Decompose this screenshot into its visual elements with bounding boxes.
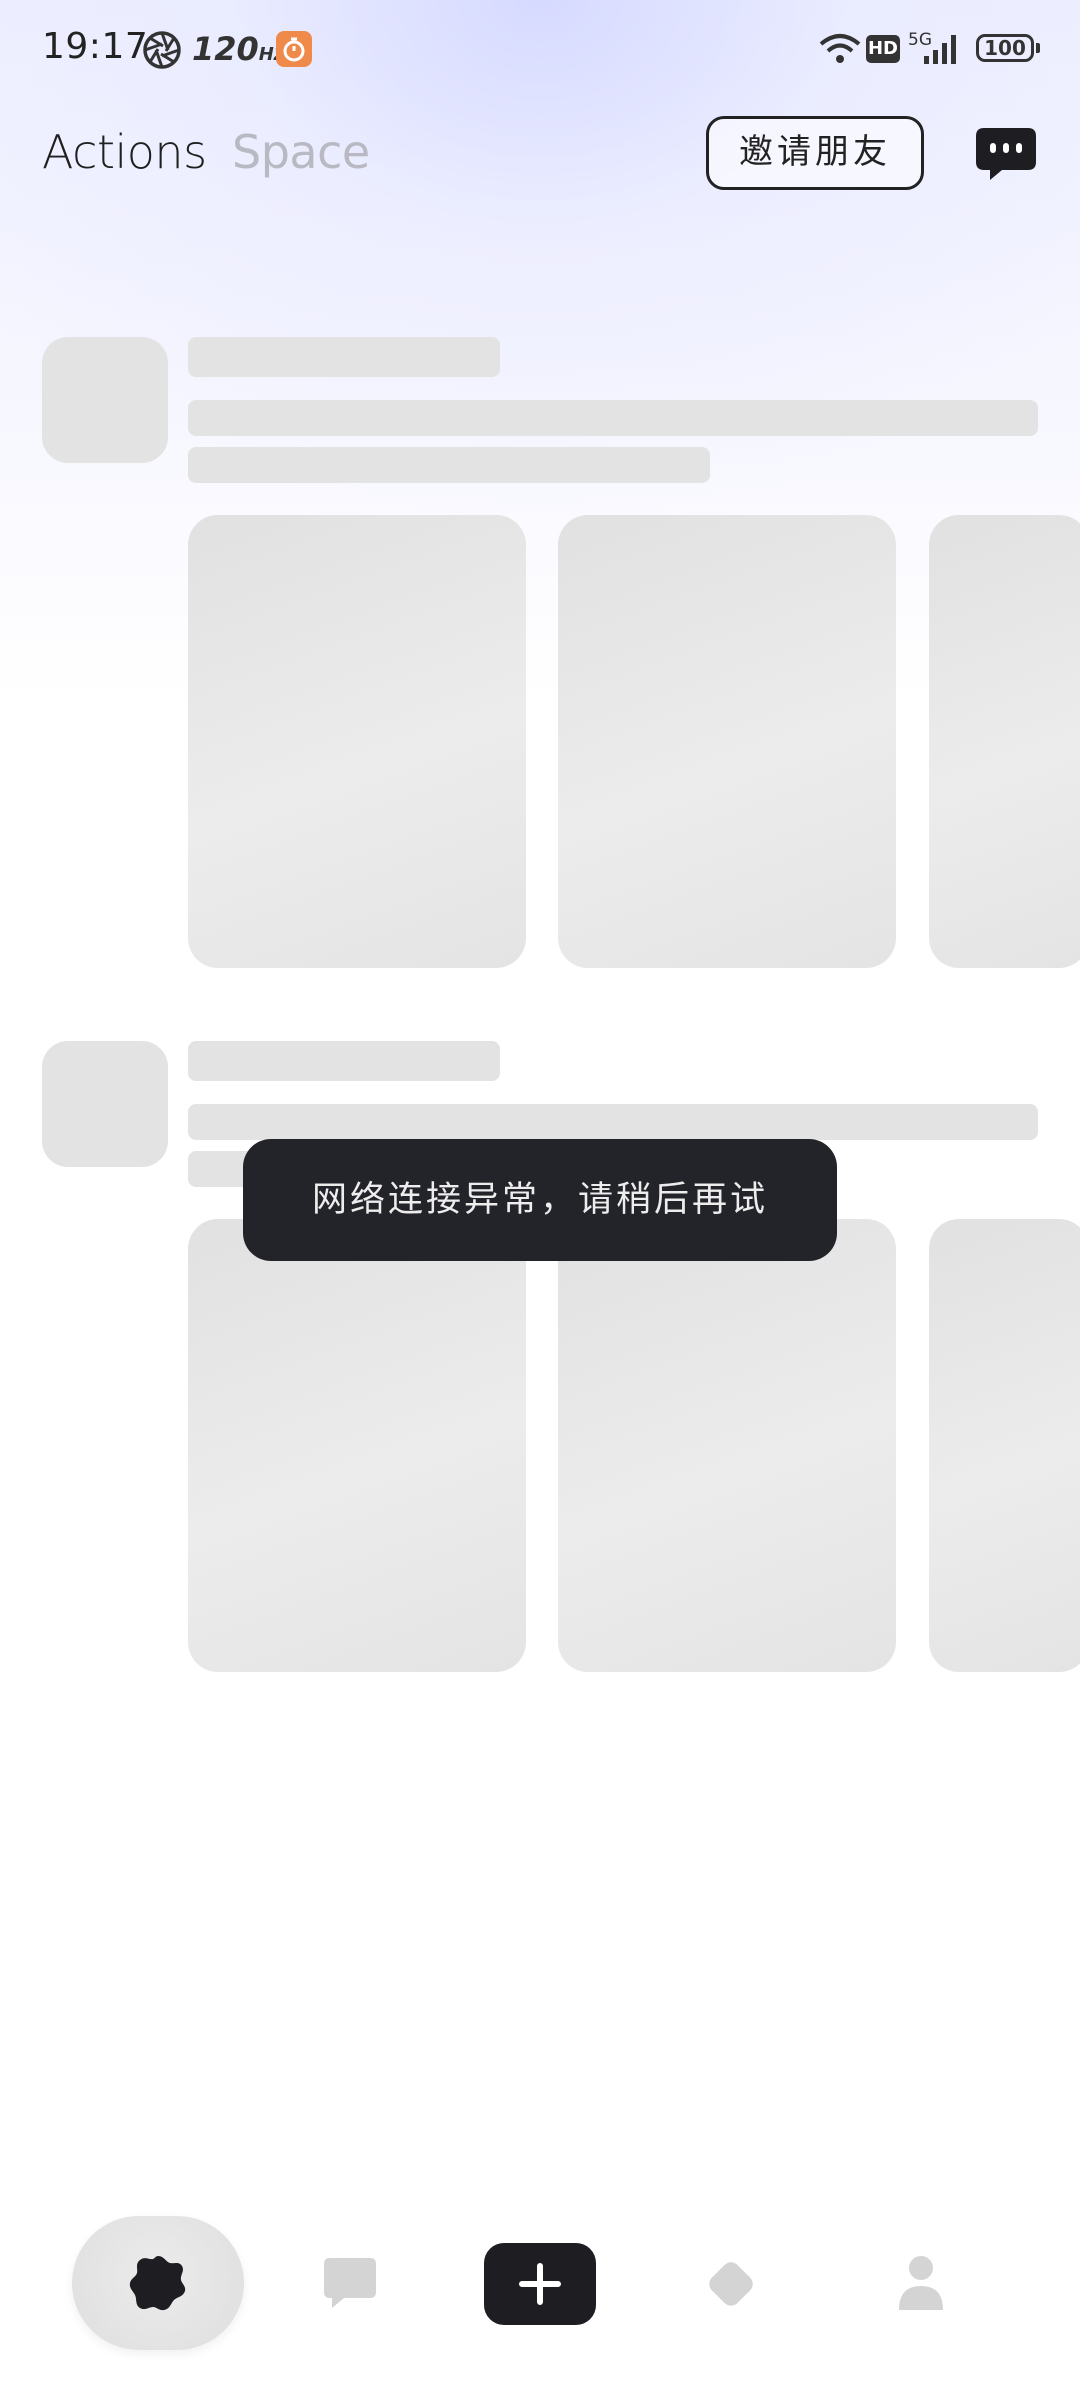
- status-bar: 19:17 120HZ HD 5G 100: [0, 0, 1080, 100]
- hd-badge: HD: [866, 35, 900, 63]
- wifi-icon: [819, 34, 861, 63]
- network-error-toast: 网络连接异常，请稍后再试: [243, 1139, 837, 1261]
- person-icon[interactable]: [896, 2254, 946, 2312]
- skeleton-card: [188, 515, 526, 968]
- skeleton-card: [558, 515, 896, 968]
- chat-icon[interactable]: [322, 2256, 378, 2310]
- nav-add-button[interactable]: [484, 2243, 596, 2325]
- skeleton-title: [188, 337, 500, 377]
- nav-home-button[interactable]: [72, 2216, 244, 2350]
- skeleton-line: [188, 447, 710, 483]
- plus-icon: [519, 2263, 561, 2305]
- skeleton-line: [188, 400, 1038, 436]
- skeleton-card: [929, 515, 1080, 968]
- refresh-rate: 120HZ: [192, 30, 287, 68]
- skeleton-card: [929, 1219, 1080, 1672]
- signal-icon: [924, 35, 956, 64]
- refresh-rate-value: 120: [192, 30, 259, 68]
- skeleton-avatar: [42, 1041, 168, 1167]
- battery-indicator: 100: [976, 34, 1040, 62]
- diamond-explore-icon[interactable]: [702, 2255, 760, 2313]
- skeleton-card: [558, 1219, 896, 1672]
- skeleton-avatar: [42, 337, 168, 463]
- flower-home-icon: [129, 2256, 186, 2311]
- status-time: 19:17: [42, 26, 149, 67]
- skeleton-title: [188, 1041, 500, 1081]
- skeleton-line: [188, 1104, 1038, 1140]
- tab-actions[interactable]: Actions: [42, 125, 207, 179]
- skeleton-card: [188, 1219, 526, 1672]
- invite-friends-button[interactable]: 邀请朋友: [706, 116, 924, 190]
- timer-icon: [276, 31, 312, 67]
- chat-bubble-dots-icon[interactable]: [974, 126, 1038, 184]
- aperture-icon: [143, 31, 181, 69]
- tab-space[interactable]: Space: [232, 125, 370, 179]
